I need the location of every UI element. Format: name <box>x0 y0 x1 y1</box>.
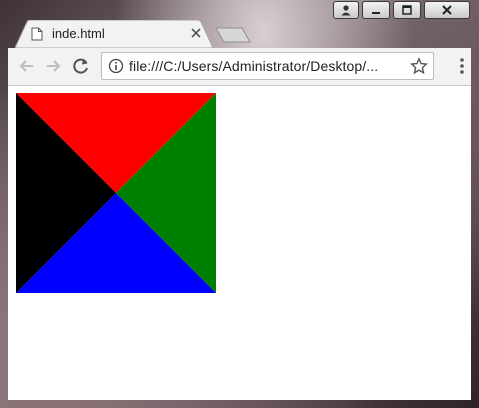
reload-icon[interactable] <box>70 55 92 77</box>
menu-kebab-icon[interactable] <box>459 57 465 75</box>
minimize-icon <box>372 12 380 14</box>
browser-toolbar: file:///C:/Users/Administrator/Desktop/.… <box>8 48 471 86</box>
info-icon[interactable] <box>108 58 124 74</box>
tab-title: inde.html <box>52 26 105 41</box>
tab-inde-html[interactable]: inde.html <box>15 20 213 48</box>
window-controls <box>333 1 470 19</box>
address-bar[interactable]: file:///C:/Users/Administrator/Desktop/.… <box>101 52 434 80</box>
css-triangles-box <box>16 93 216 293</box>
person-icon <box>341 5 351 16</box>
back-arrow-icon[interactable] <box>16 55 38 77</box>
close-window-button[interactable] <box>424 1 470 19</box>
page-content <box>8 86 471 400</box>
document-icon <box>31 27 43 41</box>
minimize-button[interactable] <box>362 1 390 19</box>
maximize-icon <box>402 5 412 15</box>
close-icon <box>442 5 452 15</box>
browser-window: inde.html file:///C:/Users/Administrator… <box>0 0 479 408</box>
new-tab-button[interactable] <box>215 27 251 43</box>
close-icon <box>191 28 201 38</box>
maximize-button[interactable] <box>393 1 421 19</box>
profile-button[interactable] <box>333 1 359 19</box>
url-text[interactable]: file:///C:/Users/Administrator/Desktop/.… <box>129 58 378 74</box>
star-icon[interactable] <box>410 57 428 75</box>
forward-arrow-icon[interactable] <box>42 55 64 77</box>
close-tab-button[interactable] <box>189 26 203 40</box>
tab-shape <box>15 20 213 48</box>
